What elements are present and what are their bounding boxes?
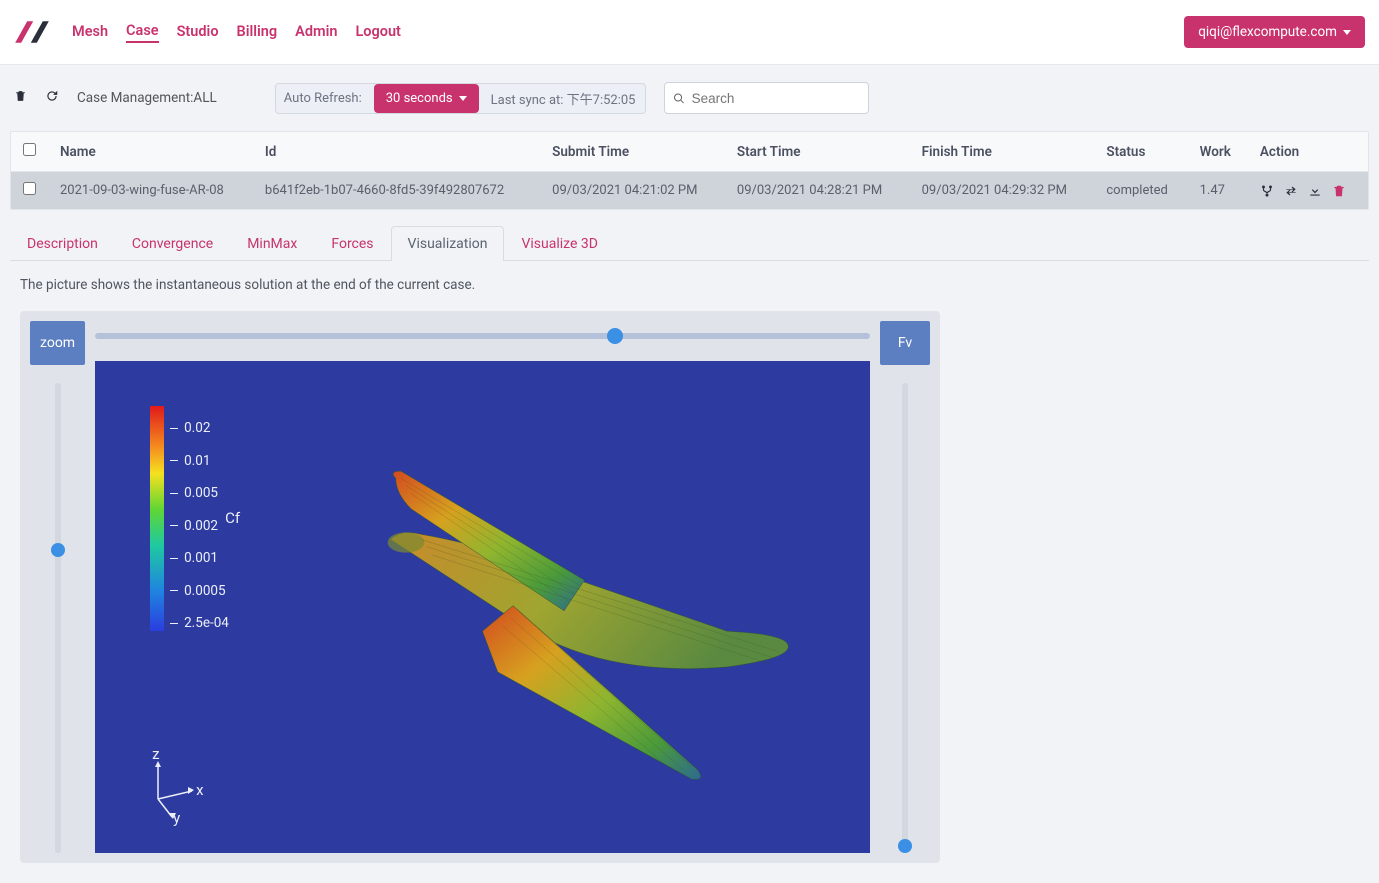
tab-forces[interactable]: Forces bbox=[314, 226, 390, 261]
search-input-wrapper[interactable] bbox=[664, 82, 869, 114]
colorbar: 0.02 0.01 0.005 0.002 0.001 0.0005 2.5e-04 bbox=[150, 406, 229, 631]
breadcrumb: Case Management:ALL bbox=[77, 90, 217, 106]
col-finish[interactable]: Finish Time bbox=[910, 132, 1095, 172]
colorbar-tick: 0.01 bbox=[170, 453, 229, 469]
cases-table: Name Id Submit Time Start Time Finish Ti… bbox=[10, 131, 1369, 210]
col-start[interactable]: Start Time bbox=[725, 132, 910, 172]
col-status[interactable]: Status bbox=[1094, 132, 1187, 172]
colorbar-tick: 2.5e-04 bbox=[170, 615, 229, 631]
fv-button[interactable]: Fv bbox=[880, 321, 930, 365]
colorbar-tick: 0.0005 bbox=[170, 583, 229, 599]
cell-id: b641f2eb-1b07-4660-8fd5-39f492807672 bbox=[253, 172, 540, 210]
row-actions bbox=[1260, 184, 1356, 198]
colorbar-label: Cf bbox=[225, 509, 240, 527]
tab-visualize-3d[interactable]: Visualize 3D bbox=[504, 226, 614, 261]
user-menu-button[interactable]: qiqi@flexcompute.com bbox=[1184, 16, 1365, 48]
axis-gizmo: z x y bbox=[140, 751, 210, 825]
zoom-button[interactable]: zoom bbox=[30, 321, 85, 365]
delete-icon[interactable] bbox=[14, 89, 27, 107]
colorbar-gradient bbox=[150, 406, 164, 631]
cell-start: 09/03/2021 04:28:21 PM bbox=[725, 172, 910, 210]
zoom-slider-thumb[interactable] bbox=[51, 543, 65, 557]
nav-item-billing[interactable]: Billing bbox=[237, 23, 278, 42]
viz-description: The picture shows the instantaneous solu… bbox=[0, 261, 1379, 311]
cell-work: 1.47 bbox=[1188, 172, 1248, 210]
nav-menu: Mesh Case Studio Billing Admin Logout bbox=[72, 22, 401, 43]
user-email: qiqi@flexcompute.com bbox=[1198, 24, 1337, 40]
tab-description[interactable]: Description bbox=[10, 226, 115, 261]
colorbar-tick: 0.001 bbox=[170, 550, 229, 566]
nav-item-admin[interactable]: Admin bbox=[295, 23, 337, 42]
refresh-interval-dropdown[interactable]: 30 seconds bbox=[374, 84, 479, 113]
viz-panel: zoom bbox=[20, 311, 940, 863]
tab-visualization[interactable]: Visualization bbox=[391, 226, 505, 261]
nav-item-mesh[interactable]: Mesh bbox=[72, 23, 108, 42]
col-work[interactable]: Work bbox=[1188, 132, 1248, 172]
logo bbox=[14, 20, 54, 44]
colorbar-tick: 0.002 bbox=[170, 518, 229, 534]
trash-icon[interactable] bbox=[1332, 184, 1346, 198]
auto-refresh-group: Auto Refresh: 30 seconds Last sync at: 下… bbox=[275, 83, 647, 114]
cell-submit: 09/03/2021 04:21:02 PM bbox=[540, 172, 725, 210]
colorbar-tick: 0.005 bbox=[170, 485, 229, 501]
nav-item-studio[interactable]: Studio bbox=[177, 23, 219, 42]
horizontal-slider-thumb[interactable] bbox=[607, 328, 623, 344]
tab-minmax[interactable]: MinMax bbox=[230, 226, 314, 261]
cell-status: completed bbox=[1094, 172, 1187, 210]
table-row[interactable]: 2021-09-03-wing-fuse-AR-08 b641f2eb-1b07… bbox=[11, 172, 1368, 210]
select-all-checkbox[interactable] bbox=[23, 143, 36, 156]
tab-convergence[interactable]: Convergence bbox=[115, 226, 230, 261]
refresh-interval-value: 30 seconds bbox=[386, 91, 453, 106]
table-header-row: Name Id Submit Time Start Time Finish Ti… bbox=[11, 132, 1368, 172]
axis-x: x bbox=[196, 781, 203, 799]
colorbar-tick: 0.02 bbox=[170, 420, 229, 436]
chevron-down-icon bbox=[1343, 30, 1351, 35]
cell-name: 2021-09-03-wing-fuse-AR-08 bbox=[48, 172, 253, 210]
col-submit[interactable]: Submit Time bbox=[540, 132, 725, 172]
axis-z: z bbox=[152, 745, 159, 763]
zoom-slider[interactable] bbox=[55, 383, 61, 853]
render-viewport[interactable]: 0.020.010.0050.0020.0010.00052.5e-04 Cf … bbox=[95, 361, 870, 853]
swap-icon[interactable] bbox=[1284, 184, 1298, 198]
download-icon[interactable] bbox=[1308, 184, 1322, 198]
nav-item-logout[interactable]: Logout bbox=[355, 23, 400, 42]
cell-finish: 09/03/2021 04:29:32 PM bbox=[910, 172, 1095, 210]
col-name[interactable]: Name bbox=[48, 132, 253, 172]
fv-slider[interactable] bbox=[902, 383, 908, 853]
col-action: Action bbox=[1248, 132, 1368, 172]
tabs: DescriptionConvergenceMinMaxForcesVisual… bbox=[0, 216, 1379, 261]
horizontal-slider[interactable] bbox=[95, 333, 870, 339]
toolbar: Case Management:ALL Auto Refresh: 30 sec… bbox=[0, 65, 1379, 131]
axis-y: y bbox=[173, 809, 180, 827]
chevron-down-icon bbox=[459, 96, 467, 101]
fork-icon[interactable] bbox=[1260, 184, 1274, 198]
search-input[interactable] bbox=[686, 91, 861, 106]
navbar: Mesh Case Studio Billing Admin Logout qiqi@fl… bbox=[0, 0, 1379, 65]
search-icon bbox=[673, 92, 685, 105]
auto-refresh-label: Auto Refresh: bbox=[284, 91, 362, 106]
nav-item-case[interactable]: Case bbox=[126, 22, 159, 43]
refresh-icon[interactable] bbox=[45, 89, 59, 107]
fv-slider-thumb[interactable] bbox=[898, 839, 912, 853]
row-checkbox[interactable] bbox=[23, 182, 36, 195]
col-id[interactable]: Id bbox=[253, 132, 540, 172]
last-sync-label: Last sync at: 下午7:52:05 bbox=[491, 89, 646, 108]
